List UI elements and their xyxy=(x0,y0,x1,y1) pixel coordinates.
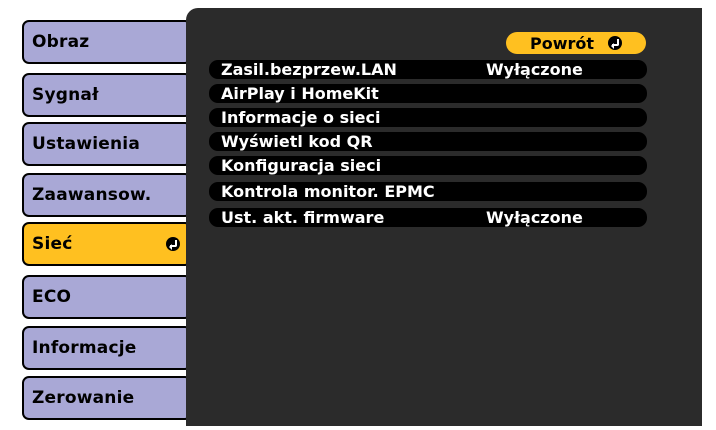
menu-row-qr-code[interactable]: Wyświetl kod QR xyxy=(209,132,647,151)
sidebar-item-zaawansow[interactable]: Zaawansow. xyxy=(22,173,192,217)
sidebar-item-sygnal[interactable]: Sygnał xyxy=(22,73,192,117)
enter-icon xyxy=(608,36,623,50)
sidebar-item-label: Sygnał xyxy=(32,85,99,105)
menu-row-wireless-lan[interactable]: Zasil.bezprzew.LAN Wyłączone xyxy=(209,60,647,79)
menu-row-network-config[interactable]: Konfiguracja sieci xyxy=(209,156,647,175)
menu-row-value: Wyłączone xyxy=(486,208,583,227)
sidebar-item-zerowanie[interactable]: Zerowanie xyxy=(22,376,192,420)
menu-row-epmc-monitor[interactable]: Kontrola monitor. EPMC xyxy=(209,182,647,201)
sidebar-item-label: Obraz xyxy=(32,32,90,52)
menu-row-firmware-update[interactable]: Ust. akt. firmware Wyłączone xyxy=(209,208,647,227)
sidebar-item-informacje[interactable]: Informacje xyxy=(22,326,192,370)
menu-row-value: Wyłączone xyxy=(486,60,583,79)
menu-row-network-info[interactable]: Informacje o sieci xyxy=(209,108,647,127)
menu-row-label: Wyświetl kod QR xyxy=(221,132,373,151)
sidebar-item-label: Informacje xyxy=(32,338,137,358)
sidebar-item-label: Ustawienia xyxy=(32,134,140,154)
back-button-label: Powrót xyxy=(529,33,595,53)
sidebar-item-ustawienia[interactable]: Ustawienia xyxy=(22,122,192,166)
menu-row-label: Ust. akt. firmware xyxy=(221,208,385,227)
projector-menu-screen: Obraz Sygnał Ustawienia Zaawansow. Sieć … xyxy=(0,0,716,430)
menu-row-airplay-homekit[interactable]: AirPlay i HomeKit xyxy=(209,84,647,103)
menu-row-label: AirPlay i HomeKit xyxy=(221,84,379,103)
sidebar-item-label: ECO xyxy=(32,287,72,307)
menu-row-label: Zasil.bezprzew.LAN xyxy=(221,60,397,79)
sidebar-item-label: Sieć xyxy=(32,234,73,254)
menu-row-label: Kontrola monitor. EPMC xyxy=(221,182,435,201)
sidebar-item-label: Zaawansow. xyxy=(32,185,152,205)
sidebar-item-siec[interactable]: Sieć xyxy=(22,222,192,266)
menu-row-label: Informacje o sieci xyxy=(221,108,381,127)
back-button[interactable]: Powrót xyxy=(506,32,646,54)
sidebar-item-label: Zerowanie xyxy=(32,388,135,408)
menu-row-label: Konfiguracja sieci xyxy=(221,156,382,175)
enter-icon xyxy=(166,237,180,251)
sidebar-item-eco[interactable]: ECO xyxy=(22,275,192,319)
sidebar-item-obraz[interactable]: Obraz xyxy=(22,20,192,64)
